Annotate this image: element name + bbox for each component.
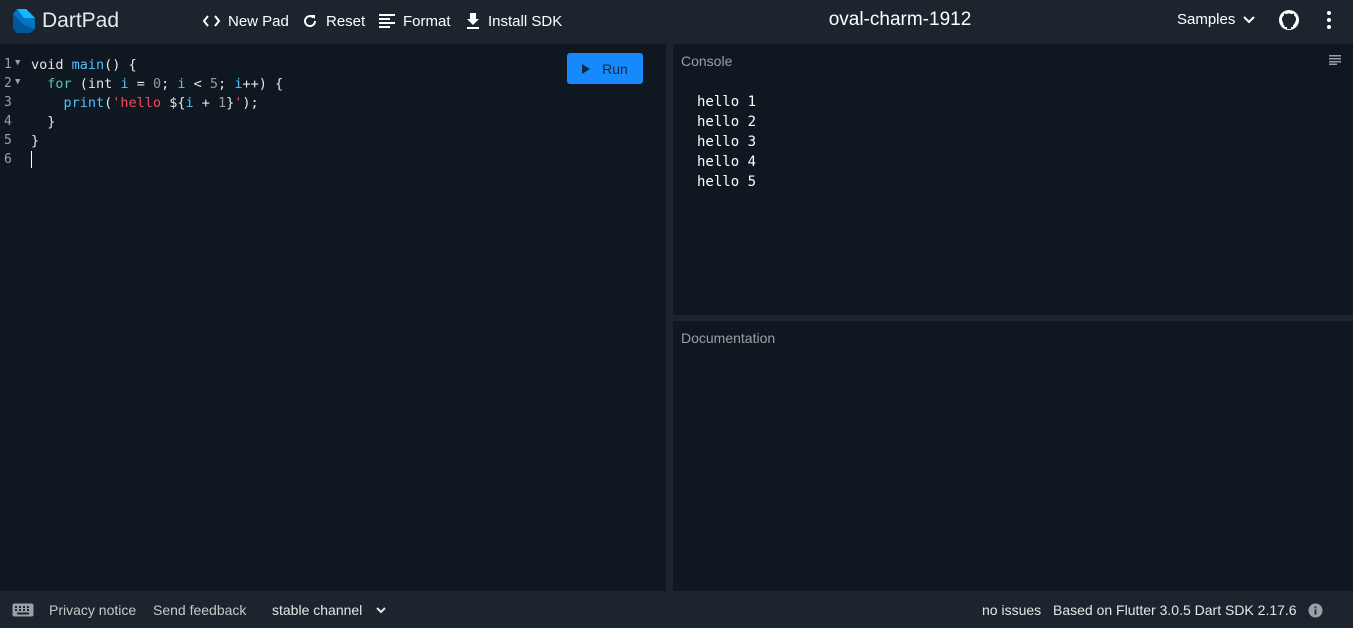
console-output-line: hello 2 bbox=[697, 114, 757, 130]
console-output-line: hello 3 bbox=[697, 134, 757, 150]
line-number: 4 bbox=[4, 114, 12, 129]
run-label: Run bbox=[602, 60, 628, 77]
play-icon bbox=[582, 63, 591, 74]
app-header: DartPad New Pad Reset Format Install SDK bbox=[0, 0, 1353, 44]
github-icon[interactable] bbox=[1278, 9, 1300, 31]
code-line[interactable]: for (int i = 0; i < 5; i++) { bbox=[31, 75, 283, 94]
vertical-splitter[interactable] bbox=[666, 44, 673, 591]
samples-dropdown[interactable]: Samples bbox=[1177, 11, 1256, 28]
code-line[interactable]: print('hello ${i + 1}'); bbox=[31, 94, 259, 113]
clear-console-icon[interactable] bbox=[1329, 55, 1341, 65]
documentation-title: Documentation bbox=[681, 330, 776, 346]
code-line[interactable]: } bbox=[31, 113, 55, 132]
code-line[interactable]: void main() { bbox=[31, 56, 137, 75]
fold-arrow-icon[interactable]: ▼ bbox=[15, 58, 20, 68]
channel-label: stable channel bbox=[272, 602, 363, 618]
console-output-line: hello 4 bbox=[697, 154, 757, 170]
gutter-line: 4 bbox=[0, 114, 30, 133]
line-number: 5 bbox=[4, 133, 12, 148]
send-feedback-link[interactable]: Send feedback bbox=[153, 602, 246, 618]
samples-label: Samples bbox=[1177, 11, 1236, 28]
pad-title[interactable]: oval-charm-1912 bbox=[0, 9, 1353, 31]
keyboard-icon[interactable] bbox=[12, 603, 34, 617]
sdk-version-info: Based on Flutter 3.0.5 Dart SDK 2.17.6 bbox=[1053, 602, 1297, 618]
info-icon[interactable] bbox=[1308, 603, 1323, 618]
status-footer: Privacy notice Send feedback stable chan… bbox=[0, 591, 1353, 628]
privacy-notice-link[interactable]: Privacy notice bbox=[49, 602, 136, 618]
gutter-line: 3 bbox=[0, 95, 30, 114]
line-number: 6 bbox=[4, 152, 12, 167]
fold-arrow-icon[interactable]: ▼ bbox=[15, 77, 20, 87]
console-output-line: hello 1 bbox=[697, 94, 757, 110]
code-editor[interactable]: 1 ▼ 2 ▼ 3 4 5 6 void main() { for (int i… bbox=[0, 44, 666, 591]
run-button[interactable]: Run bbox=[567, 53, 643, 84]
channel-dropdown[interactable]: stable channel bbox=[272, 602, 387, 618]
documentation-panel: Documentation bbox=[673, 321, 1353, 591]
gutter-line: 6 bbox=[0, 152, 30, 171]
more-vert-icon[interactable] bbox=[1320, 10, 1338, 30]
line-number: 3 bbox=[4, 95, 12, 110]
line-number: 1 bbox=[4, 57, 12, 72]
gutter-line: 1 ▼ bbox=[0, 57, 30, 76]
chevron-down-icon bbox=[1243, 15, 1256, 23]
console-title: Console bbox=[681, 53, 733, 69]
text-cursor bbox=[31, 151, 32, 168]
console-output-line: hello 5 bbox=[697, 174, 757, 190]
line-number: 2 bbox=[4, 76, 12, 91]
gutter-line: 2 ▼ bbox=[0, 76, 30, 95]
console-panel: Console hello 1 hello 2 hello 3 hello 4 … bbox=[673, 44, 1353, 315]
code-line[interactable]: } bbox=[31, 132, 39, 151]
issues-status[interactable]: no issues bbox=[982, 602, 1041, 618]
chevron-down-icon bbox=[376, 606, 387, 613]
gutter-line: 5 bbox=[0, 133, 30, 152]
